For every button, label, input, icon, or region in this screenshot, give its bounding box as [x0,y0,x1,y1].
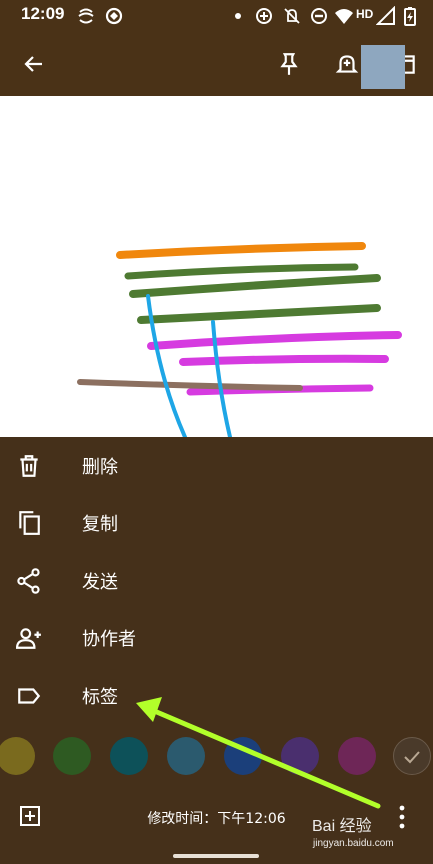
reminder-icon[interactable] [334,51,360,77]
watermark-url: jingyan.baidu.com [313,838,394,849]
alarm-off-icon [284,8,300,24]
menu-item-label: 标签 [82,687,118,708]
checkmark-icon [404,751,420,764]
gesture-nav-bar[interactable] [173,854,259,858]
color-swatch[interactable] [53,737,91,775]
pin-icon[interactable] [276,51,302,77]
more-options-icon[interactable] [392,804,412,830]
drawing-canvas[interactable] [0,96,433,437]
menu-item-label: 协作者 [82,629,136,650]
swirl-icon [78,8,94,24]
color-swatch-selected[interactable] [393,737,431,775]
wifi-icon [335,9,353,24]
color-swatch[interactable] [110,737,148,775]
network-type-label: HD [356,7,374,21]
data-saver-icon [256,8,272,24]
green-stroke [124,263,359,280]
menu-item-label: 发送 [82,572,118,593]
drawing-strokes [77,242,402,437]
menu-item-delete[interactable]: 删除 [0,437,433,495]
signal-icon [376,6,395,25]
sync-icon [105,7,123,25]
menu-item-collaborator[interactable]: 协作者 [0,609,433,667]
share-icon [17,568,40,594]
redaction-block [361,45,405,89]
color-swatch[interactable] [0,737,35,775]
color-swatch[interactable] [281,737,319,775]
menu-item-send[interactable]: 发送 [0,552,433,610]
brown-stroke [77,379,303,391]
orange-stroke [116,242,366,259]
menu-item-label-tag[interactable]: 标签 [0,667,433,725]
color-swatch[interactable] [338,737,376,775]
status-time: 12:09 [21,4,65,23]
magenta-stroke [147,331,402,350]
menu-item-copy[interactable]: 复制 [0,494,433,552]
watermark-logo: Bai 经验 [312,818,372,835]
dot-icon [235,13,241,19]
label-icon [18,688,41,704]
status-bar: 12:09 HD [0,0,433,32]
color-swatch[interactable] [167,737,205,775]
menu-item-label: 删除 [82,457,118,478]
color-swatch[interactable] [224,737,262,775]
magenta-stroke [179,354,389,366]
add-person-icon [16,628,41,649]
battery-icon [404,7,416,26]
menu-item-label: 复制 [82,514,118,535]
green-stroke [129,274,381,298]
back-arrow-icon[interactable] [22,52,46,76]
green-stroke [137,304,381,324]
copy-icon [19,511,40,535]
trash-icon [20,455,38,477]
do-not-disturb-icon [311,8,327,24]
